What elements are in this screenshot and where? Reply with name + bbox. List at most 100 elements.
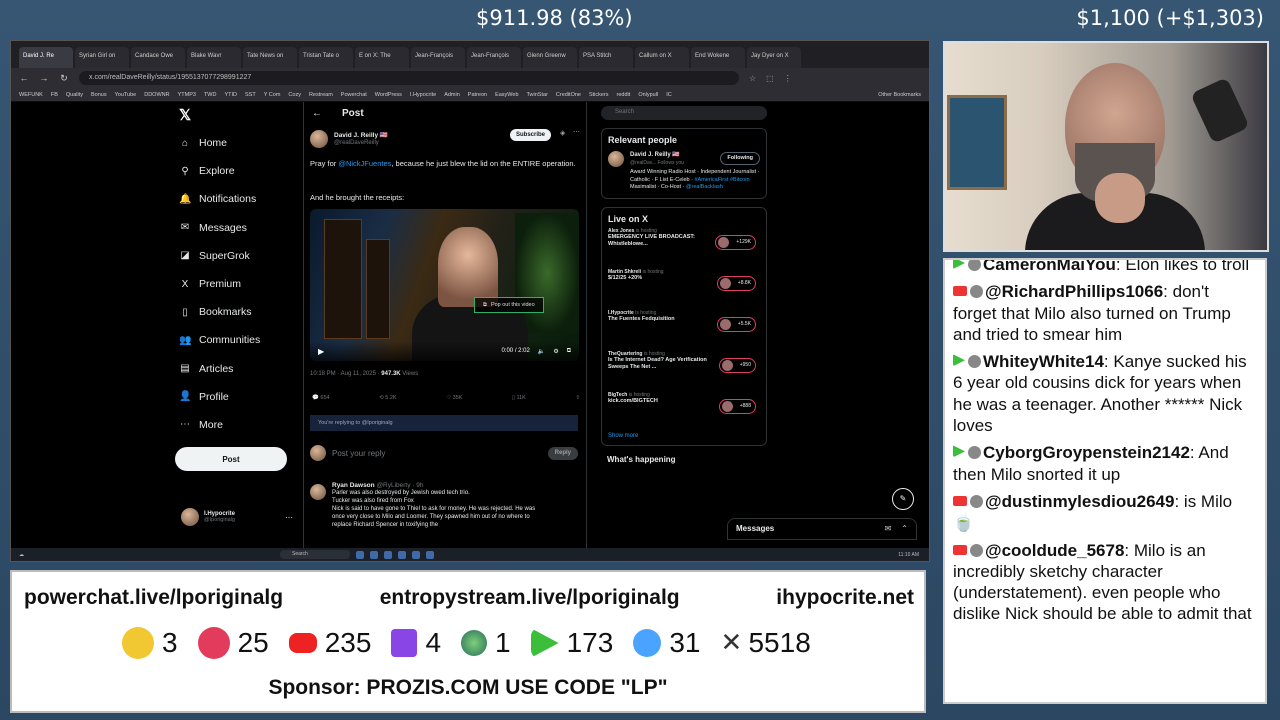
account-switcher[interactable]: I.Hypocrite @Iporiginalg ⋯ [181, 508, 293, 526]
bookmark-item[interactable]: YTID [224, 92, 237, 98]
bookmark-item[interactable]: SST [245, 92, 256, 98]
browser-tab[interactable]: End Wokene [691, 47, 745, 68]
bookmark-item[interactable]: DDOWNR [144, 92, 169, 98]
popout-button-icon[interactable]: ⧉ [567, 348, 571, 355]
live-listeners-badge[interactable]: +888 [718, 398, 756, 414]
settings-icon[interactable]: ⚙ [553, 348, 558, 355]
bookmark-item[interactable]: reddit [617, 92, 631, 98]
more-icon[interactable]: ⋯ [573, 128, 580, 136]
taskbar-app-icon[interactable] [398, 550, 406, 559]
x-logo-icon[interactable]: 𝕏 [179, 106, 191, 124]
host-name[interactable]: BigTech [608, 392, 627, 398]
url-field[interactable]: x.com/realDaveReilly/status/195513707729… [79, 71, 739, 85]
like-action[interactable]: ♡ 35K [446, 395, 462, 401]
browser-tab[interactable]: E on X: The [355, 47, 409, 68]
avatar[interactable] [310, 484, 326, 500]
volume-icon[interactable]: 🔈 [538, 348, 545, 355]
sidebar-item-premium[interactable]: X Premium [179, 270, 299, 298]
browser-tab[interactable]: Tate News on [243, 47, 297, 68]
browser-tab[interactable]: David J. Re [19, 47, 73, 68]
bookmark-item[interactable]: Stickers [589, 92, 609, 98]
browser-tab[interactable]: Candace Owe [131, 47, 185, 68]
live-item[interactable]: I.Hypocrite is hosting The Fuentes Fedqui… [608, 306, 760, 347]
relevant-person[interactable]: David J. Reilly 🇺🇸 @realDav... Follows y… [608, 151, 760, 167]
avatar[interactable] [310, 130, 328, 148]
live-listeners-badge[interactable]: +5.5K [716, 316, 756, 332]
grok-compose-icon[interactable]: ✎ [892, 488, 914, 510]
sidebar-item-articles[interactable]: ▤ Articles [179, 355, 299, 383]
back-icon[interactable]: ← [19, 73, 29, 83]
sidebar-item-communities[interactable]: 👥 Communities [179, 326, 299, 354]
video-player[interactable]: ⧉ Pop out this video ▶ 0:00 / 2:02 🔈 ⚙ ⧉ [310, 209, 579, 361]
bookmark-item[interactable]: Powerchat [341, 92, 367, 98]
sidebar-item-bookmarks[interactable]: ▯ Bookmarks [179, 298, 299, 326]
taskbar-app-icon[interactable] [356, 550, 364, 559]
taskbar-app-icon[interactable] [426, 550, 434, 559]
live-title[interactable]: $/12/25 +20% [608, 275, 716, 283]
forward-icon[interactable]: → [39, 73, 49, 83]
avatar[interactable] [608, 151, 624, 167]
show-more-link[interactable]: Show more [608, 433, 760, 439]
taskbar-app-icon[interactable] [412, 550, 420, 559]
host-name[interactable]: Alex Jones [608, 228, 634, 234]
play-icon[interactable]: ▶ [318, 347, 324, 356]
person-name[interactable]: David J. Reilly 🇺🇸 [630, 151, 680, 158]
live-title[interactable]: kick.com/BIGTECH [608, 398, 716, 406]
subscribe-button[interactable]: Subscribe [510, 129, 552, 141]
live-listeners-badge[interactable]: +950 [718, 357, 756, 373]
popout-tooltip[interactable]: ⧉ Pop out this video [474, 297, 544, 313]
sidebar-item-more[interactable]: ⋯ More [179, 411, 299, 439]
share-icon[interactable]: ⇪ [575, 395, 580, 401]
browser-tab[interactable]: Jean-François [467, 47, 521, 68]
star-icon[interactable]: ☆ [749, 74, 756, 83]
bookmark-item[interactable]: Quality [66, 92, 83, 98]
menu-icon[interactable]: ⋮ [784, 74, 792, 83]
bookmark-item[interactable]: EasyWeb [495, 92, 518, 98]
bookmark-item[interactable]: YTMP3 [178, 92, 196, 98]
reply-action[interactable]: 💬 654 [312, 395, 330, 401]
new-message-icon[interactable]: ✉ [885, 524, 892, 534]
reply-tweet[interactable]: Ryan Dawson @RyLiberty · 9h Parler was a… [310, 482, 578, 529]
live-title[interactable]: The Fuentes Fedquisition [608, 316, 716, 324]
taskbar-search[interactable]: Search [280, 550, 350, 559]
bookmark-item[interactable]: Y Com [264, 92, 281, 98]
bookmark-action[interactable]: ▯ 11K [512, 395, 526, 401]
live-item[interactable]: BigTech is hosting kick.com/BIGTECH +888 [608, 388, 760, 429]
repost-action[interactable]: ⟲ 5.2K [379, 395, 396, 401]
sidebar-item-notifications[interactable]: 🔔 Notifications [179, 185, 299, 213]
back-arrow-icon[interactable]: ← [312, 108, 322, 119]
live-item[interactable]: TheQuartering is hosting Is The Internet … [608, 347, 760, 388]
bookmark-item[interactable]: TwinStar [527, 92, 548, 98]
more-icon[interactable]: ⋯ [285, 513, 293, 522]
bookmark-item[interactable]: Restream [309, 92, 333, 98]
sidebar-item-messages[interactable]: ✉ Messages [179, 214, 299, 242]
bookmark-item[interactable]: TWD [204, 92, 217, 98]
sidebar-item-profile[interactable]: 👤 Profile [179, 383, 299, 411]
weather-icon[interactable]: ☁ [19, 552, 24, 558]
bookmark-item[interactable]: FB [51, 92, 58, 98]
browser-tab[interactable]: Syrian Girl on [75, 47, 129, 68]
bookmark-item[interactable]: IC [666, 92, 672, 98]
following-button[interactable]: Following [720, 152, 760, 165]
author-name[interactable]: David J. Reilly 🇺🇸 [334, 131, 388, 139]
messages-drawer[interactable]: Messages ✉ ⌃ [727, 518, 917, 540]
sidebar-item-explore[interactable]: ⚲ Explore [179, 157, 299, 185]
live-title[interactable]: Is The Internet Dead? Age Verification S… [608, 357, 716, 372]
bookmark-item[interactable]: Cozy [288, 92, 301, 98]
reply-button[interactable]: Reply [547, 446, 578, 460]
bookmark-item[interactable]: WEFUNK [19, 92, 43, 98]
search-input[interactable]: Search [601, 106, 767, 120]
bookmark-item[interactable]: Admin [444, 92, 460, 98]
browser-tab[interactable]: Blake Wavr [187, 47, 241, 68]
live-title[interactable]: EMERGENCY LIVE BROADCAST: Whistleblowe..… [608, 234, 716, 249]
host-name[interactable]: TheQuartering [608, 351, 642, 357]
taskbar-app-icon[interactable] [384, 550, 392, 559]
reload-icon[interactable]: ↻ [59, 73, 69, 84]
browser-tab[interactable]: Glenn Greenw [523, 47, 577, 68]
sidebar-item-supergrok[interactable]: ◪ SuperGrok [179, 242, 299, 270]
browser-tab[interactable]: Jay Dyer on X [747, 47, 801, 68]
bookmark-item[interactable]: I.Hypocrite [410, 92, 436, 98]
other-bookmarks[interactable]: Other Bookmarks [878, 92, 921, 98]
taskbar-app-icon[interactable] [370, 550, 378, 559]
bookmark-item[interactable]: WordPress [375, 92, 402, 98]
